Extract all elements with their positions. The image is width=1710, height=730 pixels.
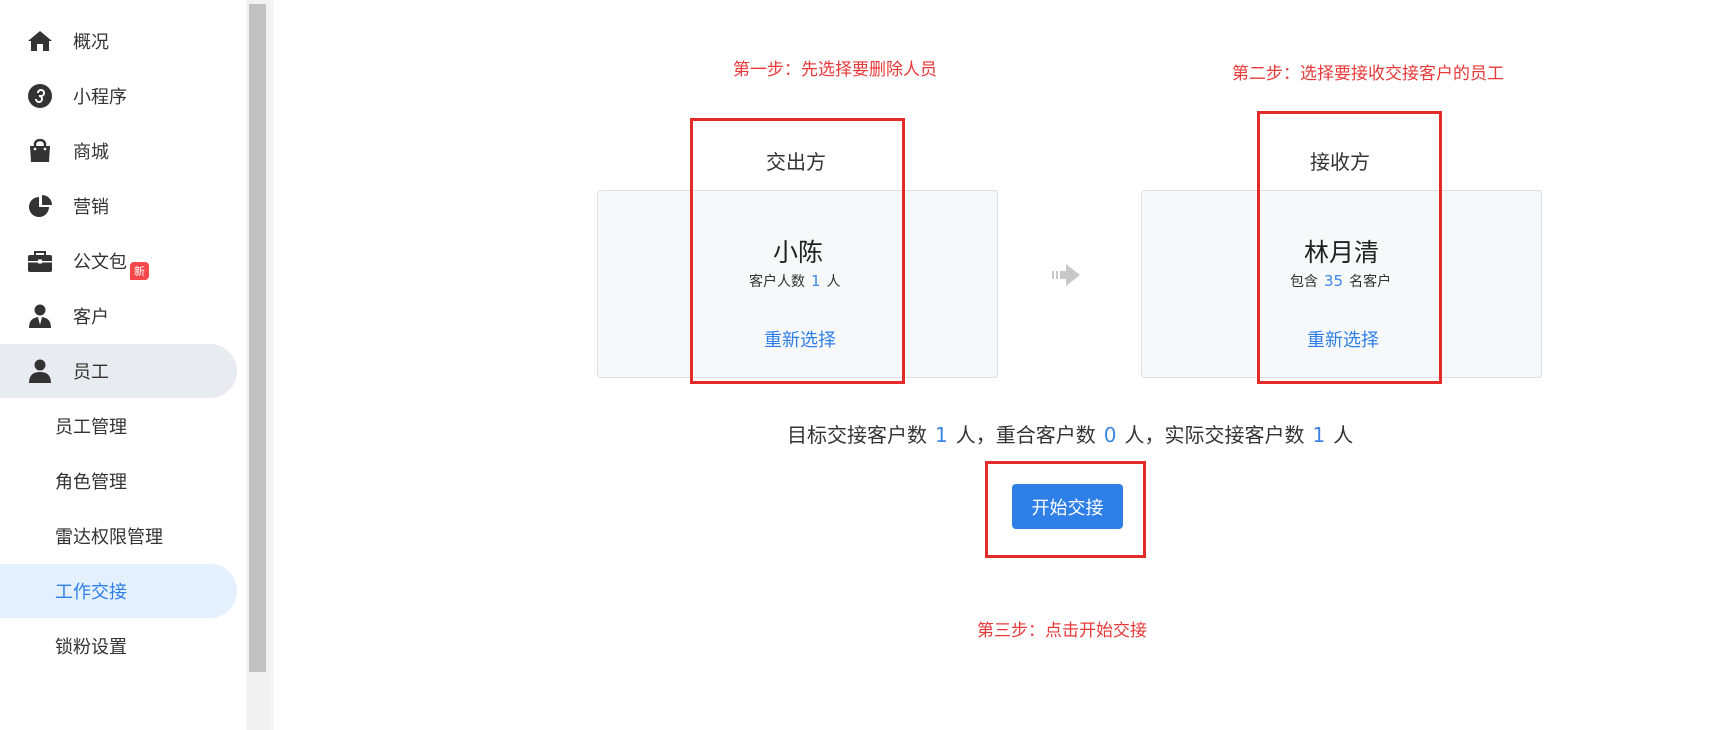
sidebar-item-label: 公文包 [73, 252, 127, 273]
to-person-name: 林月清 [1304, 238, 1380, 267]
sidebar-item-label: 锁粉设置 [55, 637, 127, 658]
sidebar-item-mini-program[interactable]: 小程序 [0, 69, 237, 123]
sidebar: 概况 小程序 商城 营销 公文包 新 客户 员工 员工管理 角色管理 雷达权限管… [0, 0, 250, 730]
from-reselect-link[interactable]: 重新选择 [764, 326, 836, 352]
sidebar-subitem-fan-lock-settings[interactable]: 锁粉设置 [0, 619, 237, 673]
sidebar-item-label: 客户 [73, 307, 109, 328]
from-person-name: 小陈 [773, 238, 824, 267]
step3-annotation: 第三步：点击开始交接 [977, 621, 1147, 641]
sidebar-item-label: 雷达权限管理 [55, 527, 163, 548]
sidebar-item-customer[interactable]: 客户 [0, 289, 237, 343]
sidebar-item-label: 角色管理 [55, 472, 127, 493]
handover-summary: 目标交接客户数 1 人，重合客户数 0 人，实际交接客户数 1 人 [787, 423, 1354, 447]
from-side-title: 交出方 [766, 150, 826, 174]
home-icon [28, 31, 52, 51]
start-handover-button[interactable]: 开始交接 [1012, 484, 1123, 529]
shopping-bag-icon [30, 139, 50, 162]
new-badge: 新 [130, 262, 149, 280]
sidebar-subitem-role-management[interactable]: 角色管理 [0, 454, 237, 508]
sidebar-subitem-staff-management[interactable]: 员工管理 [0, 399, 237, 453]
arrow-right-icon [1052, 264, 1080, 286]
sidebar-item-label: 商城 [73, 142, 109, 163]
to-side-title: 接收方 [1310, 150, 1370, 174]
to-reselect-link[interactable]: 重新选择 [1307, 326, 1379, 352]
sidebar-subitem-radar-permission[interactable]: 雷达权限管理 [0, 509, 237, 563]
to-card: 林月清 包含 35 名客户 重新选择 [1141, 190, 1542, 378]
sidebar-item-staff[interactable]: 员工 [0, 344, 237, 398]
sidebar-item-label: 营销 [73, 197, 109, 218]
to-customer-count: 包含 35 名客户 [1290, 272, 1392, 290]
briefcase-icon [28, 251, 52, 272]
pie-chart-icon [29, 195, 52, 217]
sidebar-item-label: 员工管理 [55, 417, 127, 438]
step2-annotation: 第二步：选择要接收交接客户的员工 [1232, 64, 1504, 84]
customer-icon [29, 304, 51, 328]
sidebar-subitem-work-handover[interactable]: 工作交接 [0, 564, 237, 618]
sidebar-item-overview[interactable]: 概况 [0, 14, 237, 68]
sidebar-item-marketing[interactable]: 营销 [0, 179, 237, 233]
sidebar-item-label: 概况 [73, 32, 109, 53]
from-card: 小陈 客户人数 1 人 重新选择 [597, 190, 998, 378]
from-customer-count: 客户人数 1 人 [749, 272, 841, 290]
sidebar-item-label: 工作交接 [55, 582, 127, 603]
step1-annotation: 第一步：先选择要删除人员 [733, 60, 937, 80]
sidebar-item-briefcase[interactable]: 公文包 [0, 234, 237, 288]
content-divider [270, 0, 274, 730]
user-icon [29, 359, 51, 383]
sidebar-item-label: 小程序 [73, 87, 127, 108]
sidebar-scrollbar-thumb[interactable] [249, 4, 266, 672]
sidebar-item-label: 员工 [73, 362, 109, 383]
mini-program-icon [28, 84, 52, 108]
sidebar-item-mall[interactable]: 商城 [0, 124, 237, 178]
